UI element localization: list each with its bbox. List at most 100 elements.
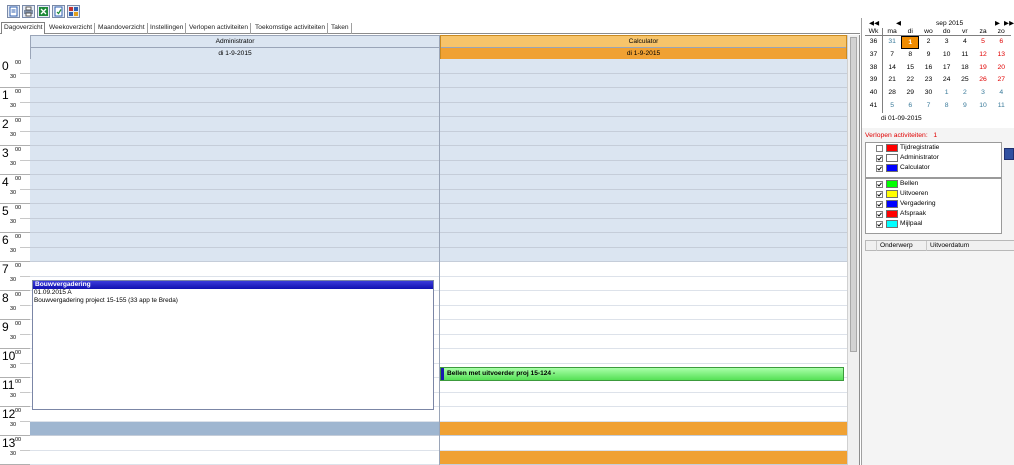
calendar-scrollbar[interactable]	[847, 35, 859, 465]
calendar-day[interactable]: 10	[938, 49, 956, 62]
time-slot[interactable]	[30, 160, 439, 175]
time-slot[interactable]	[30, 73, 439, 88]
time-slot[interactable]	[30, 88, 439, 103]
calendar-day[interactable]: 29	[901, 87, 919, 100]
calendar-day[interactable]: 7	[883, 49, 901, 62]
calendar-day[interactable]: 8	[901, 49, 919, 62]
checkbox[interactable]	[876, 145, 883, 152]
month-label[interactable]: sep 2015	[936, 19, 963, 28]
calendar-day[interactable]: 17	[938, 62, 956, 75]
list-item[interactable]: Calculator	[866, 163, 1001, 173]
time-slot[interactable]	[440, 117, 847, 132]
calendar-day[interactable]: 5	[883, 100, 901, 113]
time-slot[interactable]	[440, 262, 847, 277]
calendar-day[interactable]: 13	[992, 49, 1010, 62]
calendar-day[interactable]: 11	[992, 100, 1010, 113]
calendar-day[interactable]: 8	[938, 100, 956, 113]
activity-type-list[interactable]: Bellen Uitvoeren Vergadering Afspraak Mijlpa…	[865, 178, 1002, 234]
time-slot[interactable]	[440, 146, 847, 161]
checkbox[interactable]	[876, 155, 883, 162]
calendar-day[interactable]: 10	[974, 100, 992, 113]
move-up-icon[interactable]	[1004, 148, 1014, 160]
calendar-day[interactable]: 5	[974, 36, 992, 49]
calendar-day[interactable]: 31	[883, 36, 901, 49]
checkbox[interactable]	[876, 221, 883, 228]
time-slot[interactable]	[30, 247, 439, 262]
list-item[interactable]: Administrator	[866, 153, 1001, 163]
calendar-day[interactable]: 30	[919, 87, 937, 100]
day-column-administrator[interactable]: Bouwvergadering 01.09.2015 A Bouwvergade…	[30, 59, 440, 465]
time-slot[interactable]	[30, 146, 439, 161]
calendar-day[interactable]: 25	[956, 74, 974, 87]
calendar-day[interactable]: 24	[938, 74, 956, 87]
checkbox[interactable]	[876, 181, 883, 188]
time-slot[interactable]	[30, 131, 439, 146]
list-item[interactable]: Vergadering	[866, 199, 1001, 209]
list-item[interactable]: Uitvoeren	[866, 189, 1001, 199]
calendar-day[interactable]: 7	[919, 100, 937, 113]
time-slot[interactable]	[440, 88, 847, 103]
next-month-icon[interactable]: ▶	[995, 19, 1000, 28]
time-slot[interactable]	[30, 233, 439, 248]
time-slot[interactable]	[30, 421, 439, 436]
next-year-icon[interactable]: ▶▶	[1004, 19, 1014, 28]
tab-weekoverzicht[interactable]: Weekoverzicht	[47, 23, 96, 34]
checkbox[interactable]	[876, 211, 883, 218]
calendar-day[interactable]: 6	[992, 36, 1010, 49]
time-slot[interactable]	[440, 276, 847, 291]
calendar-day[interactable]: 14	[883, 62, 901, 75]
time-slot[interactable]	[440, 175, 847, 190]
col-onderwerp[interactable]: Onderwerp	[876, 241, 913, 251]
tab-toekomstige-activiteiten[interactable]: Toekomstige activiteiten	[253, 23, 328, 34]
overdue-activities[interactable]: Verlopen activiteiten: 1	[865, 132, 937, 139]
list-item[interactable]: Mijlpaal	[866, 219, 1001, 229]
calendar-day[interactable]: 23	[919, 74, 937, 87]
time-slot[interactable]	[440, 320, 847, 335]
calendar-day[interactable]: 9	[919, 49, 937, 62]
col-uitvoerdatum[interactable]: Uitvoerdatum	[926, 241, 969, 251]
print-icon[interactable]	[22, 5, 35, 18]
new-document-icon[interactable]	[7, 5, 20, 18]
column-header-calculator[interactable]: Calculator di 1-9-2015	[440, 35, 847, 60]
time-slot[interactable]	[30, 102, 439, 117]
calendar-day[interactable]: 27	[992, 74, 1010, 87]
time-slot[interactable]	[440, 131, 847, 146]
time-slot[interactable]	[30, 262, 439, 277]
event-bellen[interactable]: Bellen met uitvoerder proj 15-124 -	[440, 367, 844, 381]
time-slot[interactable]	[440, 334, 847, 349]
prev-month-icon[interactable]: ◀	[896, 19, 901, 28]
calendar-day[interactable]: 2	[956, 87, 974, 100]
tab-dagoverzicht[interactable]: Dagoverzicht	[1, 22, 46, 34]
calendar-day[interactable]: 1	[901, 36, 920, 49]
time-slot[interactable]	[440, 291, 847, 306]
tab-instellingen[interactable]: Instellingen	[148, 23, 187, 34]
scrollbar-thumb[interactable]	[850, 37, 857, 352]
checkbox[interactable]	[876, 201, 883, 208]
calendar-day[interactable]: 26	[974, 74, 992, 87]
calendar-day[interactable]: 1	[938, 87, 956, 100]
calendar-day[interactable]: 4	[956, 36, 974, 49]
tab-maandoverzicht[interactable]: Maandoverzicht	[96, 23, 148, 34]
calendar-day[interactable]: 4	[992, 87, 1010, 100]
tab-taken[interactable]: Taken	[329, 23, 352, 34]
calendar-day[interactable]: 15	[901, 62, 919, 75]
calendar-day[interactable]: 28	[883, 87, 901, 100]
time-slot[interactable]	[440, 204, 847, 219]
time-slot[interactable]	[440, 59, 847, 74]
checkbox[interactable]	[876, 165, 883, 172]
calendar-day[interactable]: 11	[956, 49, 974, 62]
time-slot[interactable]	[30, 450, 439, 465]
time-slot[interactable]	[30, 59, 439, 74]
excel-export-icon[interactable]	[37, 5, 50, 18]
day-column-calculator[interactable]: Bellen met uitvoerder proj 15-124 -	[440, 59, 847, 465]
grid-view-icon[interactable]	[67, 5, 80, 18]
time-slot[interactable]	[30, 117, 439, 132]
resource-list[interactable]: Tijdregistratie Administrator Calculator	[865, 142, 1002, 178]
calendar-day[interactable]: 16	[919, 62, 937, 75]
calendar-day[interactable]: 12	[974, 49, 992, 62]
time-slot[interactable]	[440, 189, 847, 204]
prev-year-icon[interactable]: ◀◀	[869, 19, 879, 28]
refresh-icon[interactable]	[52, 5, 65, 18]
time-slot[interactable]	[30, 204, 439, 219]
calendar-day[interactable]: 6	[901, 100, 919, 113]
